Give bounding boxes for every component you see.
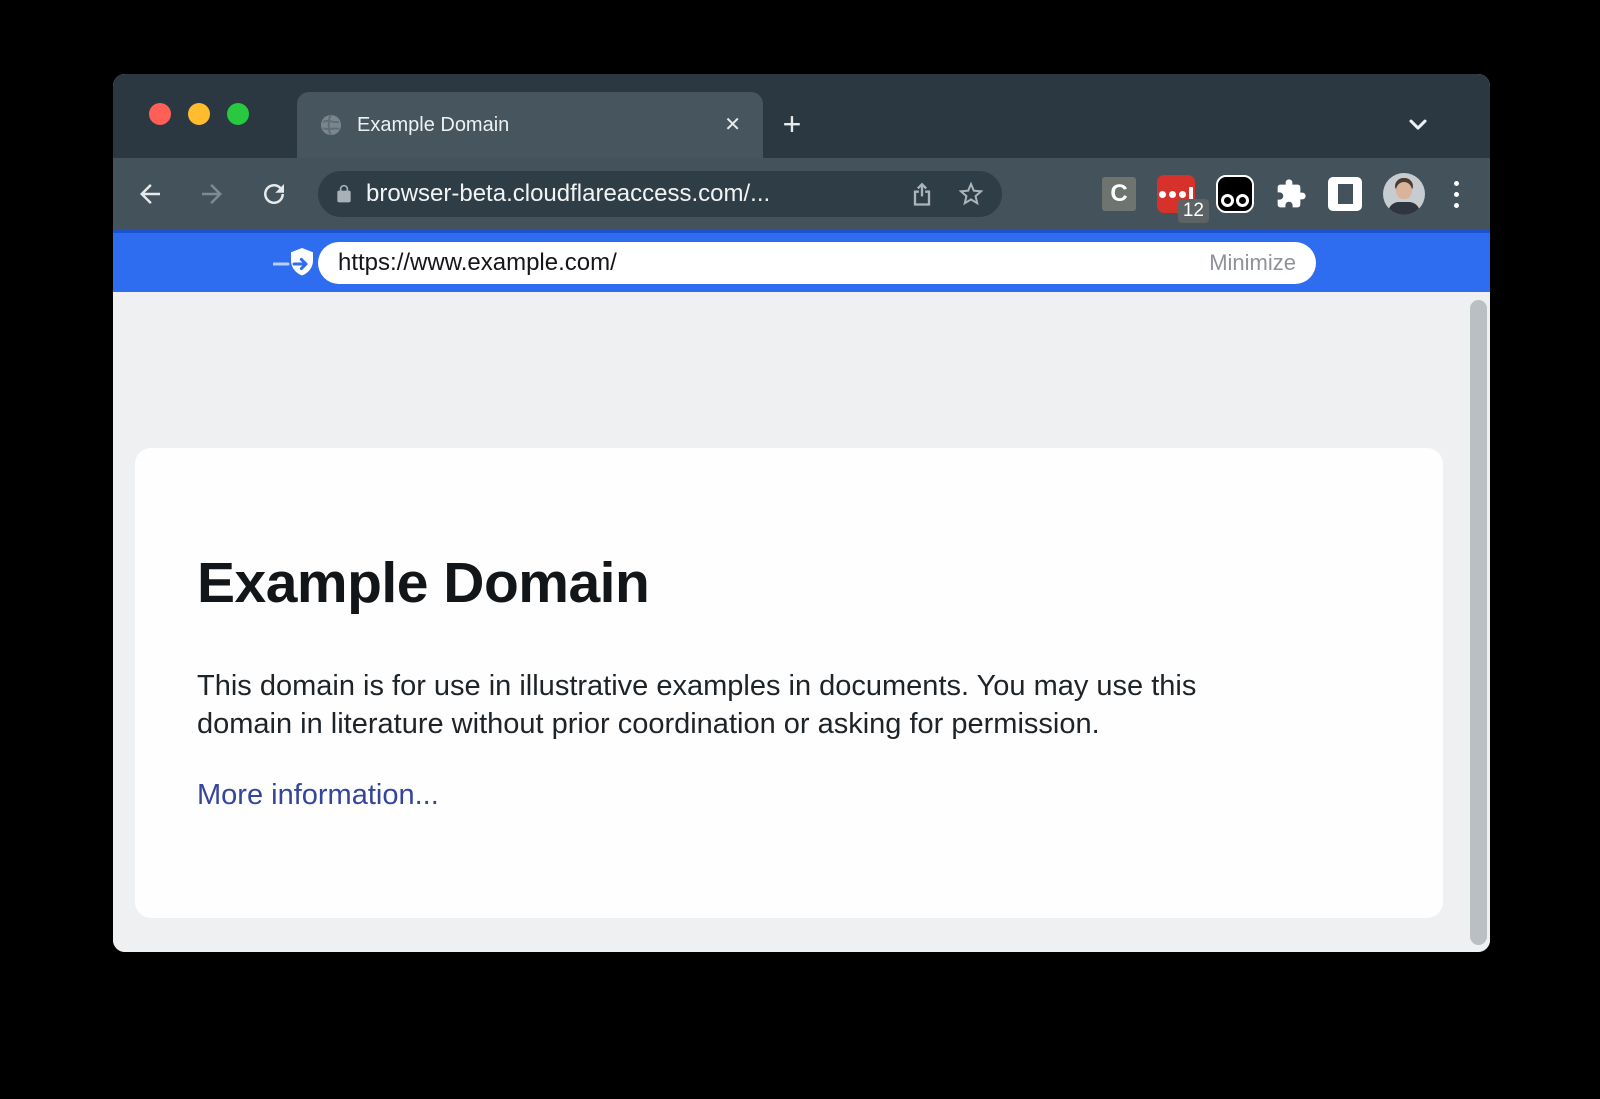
- extension-lastpass-button[interactable]: 12: [1157, 175, 1195, 213]
- extensions-menu-button[interactable]: [1275, 178, 1307, 210]
- sidebar-icon: [1328, 177, 1362, 211]
- profile-button[interactable]: [1383, 173, 1425, 215]
- share-icon[interactable]: [908, 179, 936, 209]
- forward-button[interactable]: [196, 178, 228, 210]
- address-bar-url: browser-beta.cloudflareaccess.com/...: [366, 180, 898, 208]
- c-extension-icon: C: [1102, 177, 1136, 211]
- body-line: domain in literature without prior coord…: [197, 705, 1381, 743]
- more-information-link[interactable]: More information...: [197, 779, 439, 812]
- avatar: [1383, 173, 1425, 215]
- minimize-window-button[interactable]: [188, 103, 210, 125]
- arrow-right-icon: [197, 179, 227, 209]
- browser-window: Example Domain ✕ +: [113, 74, 1490, 952]
- extension-lens-button[interactable]: [1216, 175, 1254, 213]
- back-button[interactable]: [134, 178, 166, 210]
- arrow-left-icon: [135, 179, 165, 209]
- browser-toolbar: browser-beta.cloudflareaccess.com/... C: [113, 158, 1490, 230]
- browser-tab[interactable]: Example Domain ✕: [297, 92, 763, 158]
- reload-icon: [259, 179, 289, 209]
- lock-icon: [334, 183, 354, 205]
- scrollbar-thumb[interactable]: [1470, 300, 1487, 945]
- chevron-down-icon: [1404, 110, 1432, 138]
- extensions-row: C 12: [1102, 158, 1466, 230]
- puzzle-icon: [1275, 178, 1307, 210]
- new-tab-button[interactable]: +: [775, 107, 809, 141]
- remote-url-text: https://www.example.com/: [338, 249, 1209, 277]
- page-title: Example Domain: [197, 552, 1381, 615]
- extension-badge: 12: [1178, 199, 1209, 223]
- address-bar[interactable]: browser-beta.cloudflareaccess.com/...: [318, 171, 1002, 217]
- reload-button[interactable]: [258, 178, 290, 210]
- tab-title: Example Domain: [357, 114, 724, 137]
- extension-c-button[interactable]: C: [1102, 177, 1136, 211]
- body-line: This domain is for use in illustrative e…: [197, 667, 1381, 705]
- remote-url-input[interactable]: https://www.example.com/ Minimize: [318, 242, 1316, 284]
- isolation-bar: https://www.example.com/ Minimize: [113, 230, 1490, 292]
- shield-arrow-icon: [273, 247, 319, 281]
- kebab-menu-icon: [1446, 181, 1466, 208]
- tab-close-icon[interactable]: ✕: [724, 115, 741, 135]
- page-viewport: Example Domain This domain is for use in…: [113, 292, 1490, 952]
- bookmark-star-icon[interactable]: [956, 179, 986, 209]
- example-domain-card: Example Domain This domain is for use in…: [135, 448, 1443, 918]
- minimize-bar-button[interactable]: Minimize: [1209, 250, 1296, 276]
- close-window-button[interactable]: [149, 103, 171, 125]
- dual-lens-icon: [1216, 175, 1254, 213]
- page-body: This domain is for use in illustrative e…: [197, 667, 1381, 743]
- globe-favicon-icon: [319, 113, 343, 137]
- tab-strip: Example Domain ✕ +: [113, 74, 1490, 158]
- side-panel-button[interactable]: [1328, 177, 1362, 211]
- window-controls: [149, 103, 249, 125]
- zoom-window-button[interactable]: [227, 103, 249, 125]
- tab-search-button[interactable]: [1401, 107, 1435, 141]
- browser-menu-button[interactable]: [1446, 181, 1466, 208]
